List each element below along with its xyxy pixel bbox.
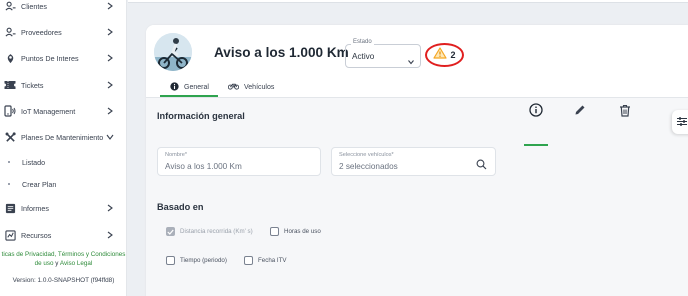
page-title: Aviso a los 1.000 Km (214, 45, 349, 60)
sidebar-item-label: Puntos De Interes (21, 53, 79, 63)
sidebar: Clientes Proveedores Puntos De Interes T… (0, 0, 127, 296)
chevron-right-icon (106, 28, 114, 36)
info-view-button[interactable] (529, 103, 543, 117)
check-horas-de-uso[interactable]: Horas de uso (270, 227, 321, 236)
nombre-field[interactable]: Nombre* Aviso a los 1.000 Km (157, 147, 321, 176)
app-root: Clientes Proveedores Puntos De Interes T… (0, 0, 688, 296)
sidebar-item-label: Informes (21, 203, 49, 213)
users-icon (4, 26, 16, 38)
check-distancia[interactable]: Distancia recorrida (Km' s) (166, 227, 253, 236)
edit-button[interactable] (573, 103, 587, 117)
vehiculos-label: Seleccione vehículos* (339, 152, 394, 158)
sidebar-item-clientes[interactable]: Clientes (0, 0, 127, 18)
nombre-label: Nombre* (165, 152, 188, 158)
check-label: Horas de uso (284, 228, 321, 235)
legal-line: de uso y Aviso Legal (0, 259, 127, 268)
chevron-down-icon (106, 133, 114, 141)
sidebar-item-label: Recursos (21, 230, 52, 240)
tools-icon (4, 131, 16, 143)
chevron-right-icon (106, 81, 114, 89)
plan-avatar (154, 33, 192, 71)
chevron-right-icon (106, 204, 114, 212)
maintenance-plan-card: Aviso a los 1.000 Km Estado Activo 2 Gen… (146, 25, 688, 296)
sidebar-item-label: IoT Management (21, 106, 76, 116)
vehiculos-field[interactable]: Seleccione vehículos* 2 seleccionados (331, 147, 496, 176)
privacy-terms-link[interactable]: ticas de Privacidad, Términos y Condicio… (0, 250, 127, 259)
checkbox-checked[interactable] (166, 227, 175, 236)
bicycle-icon (227, 82, 240, 92)
sidebar-item-label: Planes De Mantenimiento (21, 132, 104, 142)
nombre-value: Aviso a los 1.000 Km (165, 162, 242, 171)
tab-vehiculos[interactable]: Vehículos (227, 79, 275, 95)
estado-value: Activo (352, 52, 375, 61)
sidebar-item-planes-de-mantenimiento[interactable]: Planes De Mantenimiento (0, 125, 127, 149)
users-icon (4, 0, 16, 12)
terms-link[interactable]: de uso (35, 260, 54, 267)
sidebar-item-informes[interactable]: Informes (0, 196, 127, 220)
sidebar-item-label: Listado (22, 157, 46, 167)
checkbox[interactable] (166, 256, 175, 265)
chevron-right-icon (106, 2, 114, 10)
iot-icon (4, 105, 16, 117)
card-header: Aviso a los 1.000 Km Estado Activo 2 Gen… (146, 25, 688, 98)
tab-label: General (184, 83, 209, 91)
ticket-icon (4, 79, 16, 91)
sliders-icon (677, 113, 687, 131)
legal-notice-link[interactable]: Aviso Legal (60, 260, 92, 267)
info-icon (170, 81, 179, 93)
delete-button[interactable] (618, 103, 632, 117)
sidebar-item-label: Proveedores (21, 27, 62, 37)
sidebar-item-puntos-de-interes[interactable]: Puntos De Interes (0, 46, 127, 70)
sidebar-item-label: Clientes (21, 1, 47, 11)
sidebar-subitem-listado[interactable]: Listado (0, 150, 127, 174)
checkbox[interactable] (270, 227, 279, 236)
chevron-right-icon (106, 231, 114, 239)
chevron-down-icon (407, 53, 415, 65)
app-version: Version: 1.0.0-SNAPSHOT (f94ffd8) (12, 277, 115, 284)
tab-general[interactable]: General (170, 79, 209, 95)
alert-count: 2 (450, 50, 456, 60)
settings-drawer-tab[interactable] (672, 110, 688, 134)
bullet-dot (8, 183, 10, 185)
section-title-info: Información general (157, 111, 245, 121)
active-tool-indicator (524, 144, 548, 146)
sidebar-item-proveedores[interactable]: Proveedores (0, 20, 127, 44)
sidebar-item-iot-management[interactable]: IoT Management (0, 99, 127, 123)
check-label: Fecha ITV (258, 257, 287, 264)
sidebar-item-label: Crear Plan (22, 179, 57, 189)
estado-label: Estado (351, 39, 374, 45)
warning-icon (433, 46, 448, 64)
resources-icon (4, 229, 16, 241)
sidebar-subitem-crear-plan[interactable]: Crear Plan (0, 172, 127, 196)
chevron-right-icon (106, 107, 114, 115)
section-title-basado: Basado en (157, 202, 204, 212)
bullet-dot (8, 161, 10, 163)
tab-label: Vehículos (244, 83, 275, 91)
top-bar (128, 0, 688, 3)
chevron-right-icon (106, 54, 114, 62)
checkbox[interactable] (244, 256, 253, 265)
estado-select[interactable]: Estado Activo (345, 39, 421, 68)
card-body: Información general Nombre* Aviso a los … (146, 98, 688, 296)
check-label: Distancia recorrida (Km' s) (180, 228, 253, 235)
vehiculos-value: 2 seleccionados (339, 162, 398, 171)
check-label: Tiempo (periodo) (180, 257, 227, 264)
sidebar-item-tickets[interactable]: Tickets (0, 73, 127, 97)
report-icon (4, 202, 16, 214)
sidebar-item-recursos[interactable]: Recursos (0, 223, 127, 247)
active-tab-indicator (160, 95, 218, 97)
check-tiempo[interactable]: Tiempo (periodo) (166, 256, 227, 265)
sidebar-item-label: Tickets (21, 80, 44, 90)
check-fecha-itv[interactable]: Fecha ITV (244, 256, 287, 265)
sidebar-footer-links: ticas de Privacidad, Términos y Condicio… (0, 250, 127, 268)
alerts-badge[interactable]: 2 (425, 43, 464, 67)
search-icon[interactable] (476, 157, 487, 170)
map-pin-icon (4, 52, 16, 64)
